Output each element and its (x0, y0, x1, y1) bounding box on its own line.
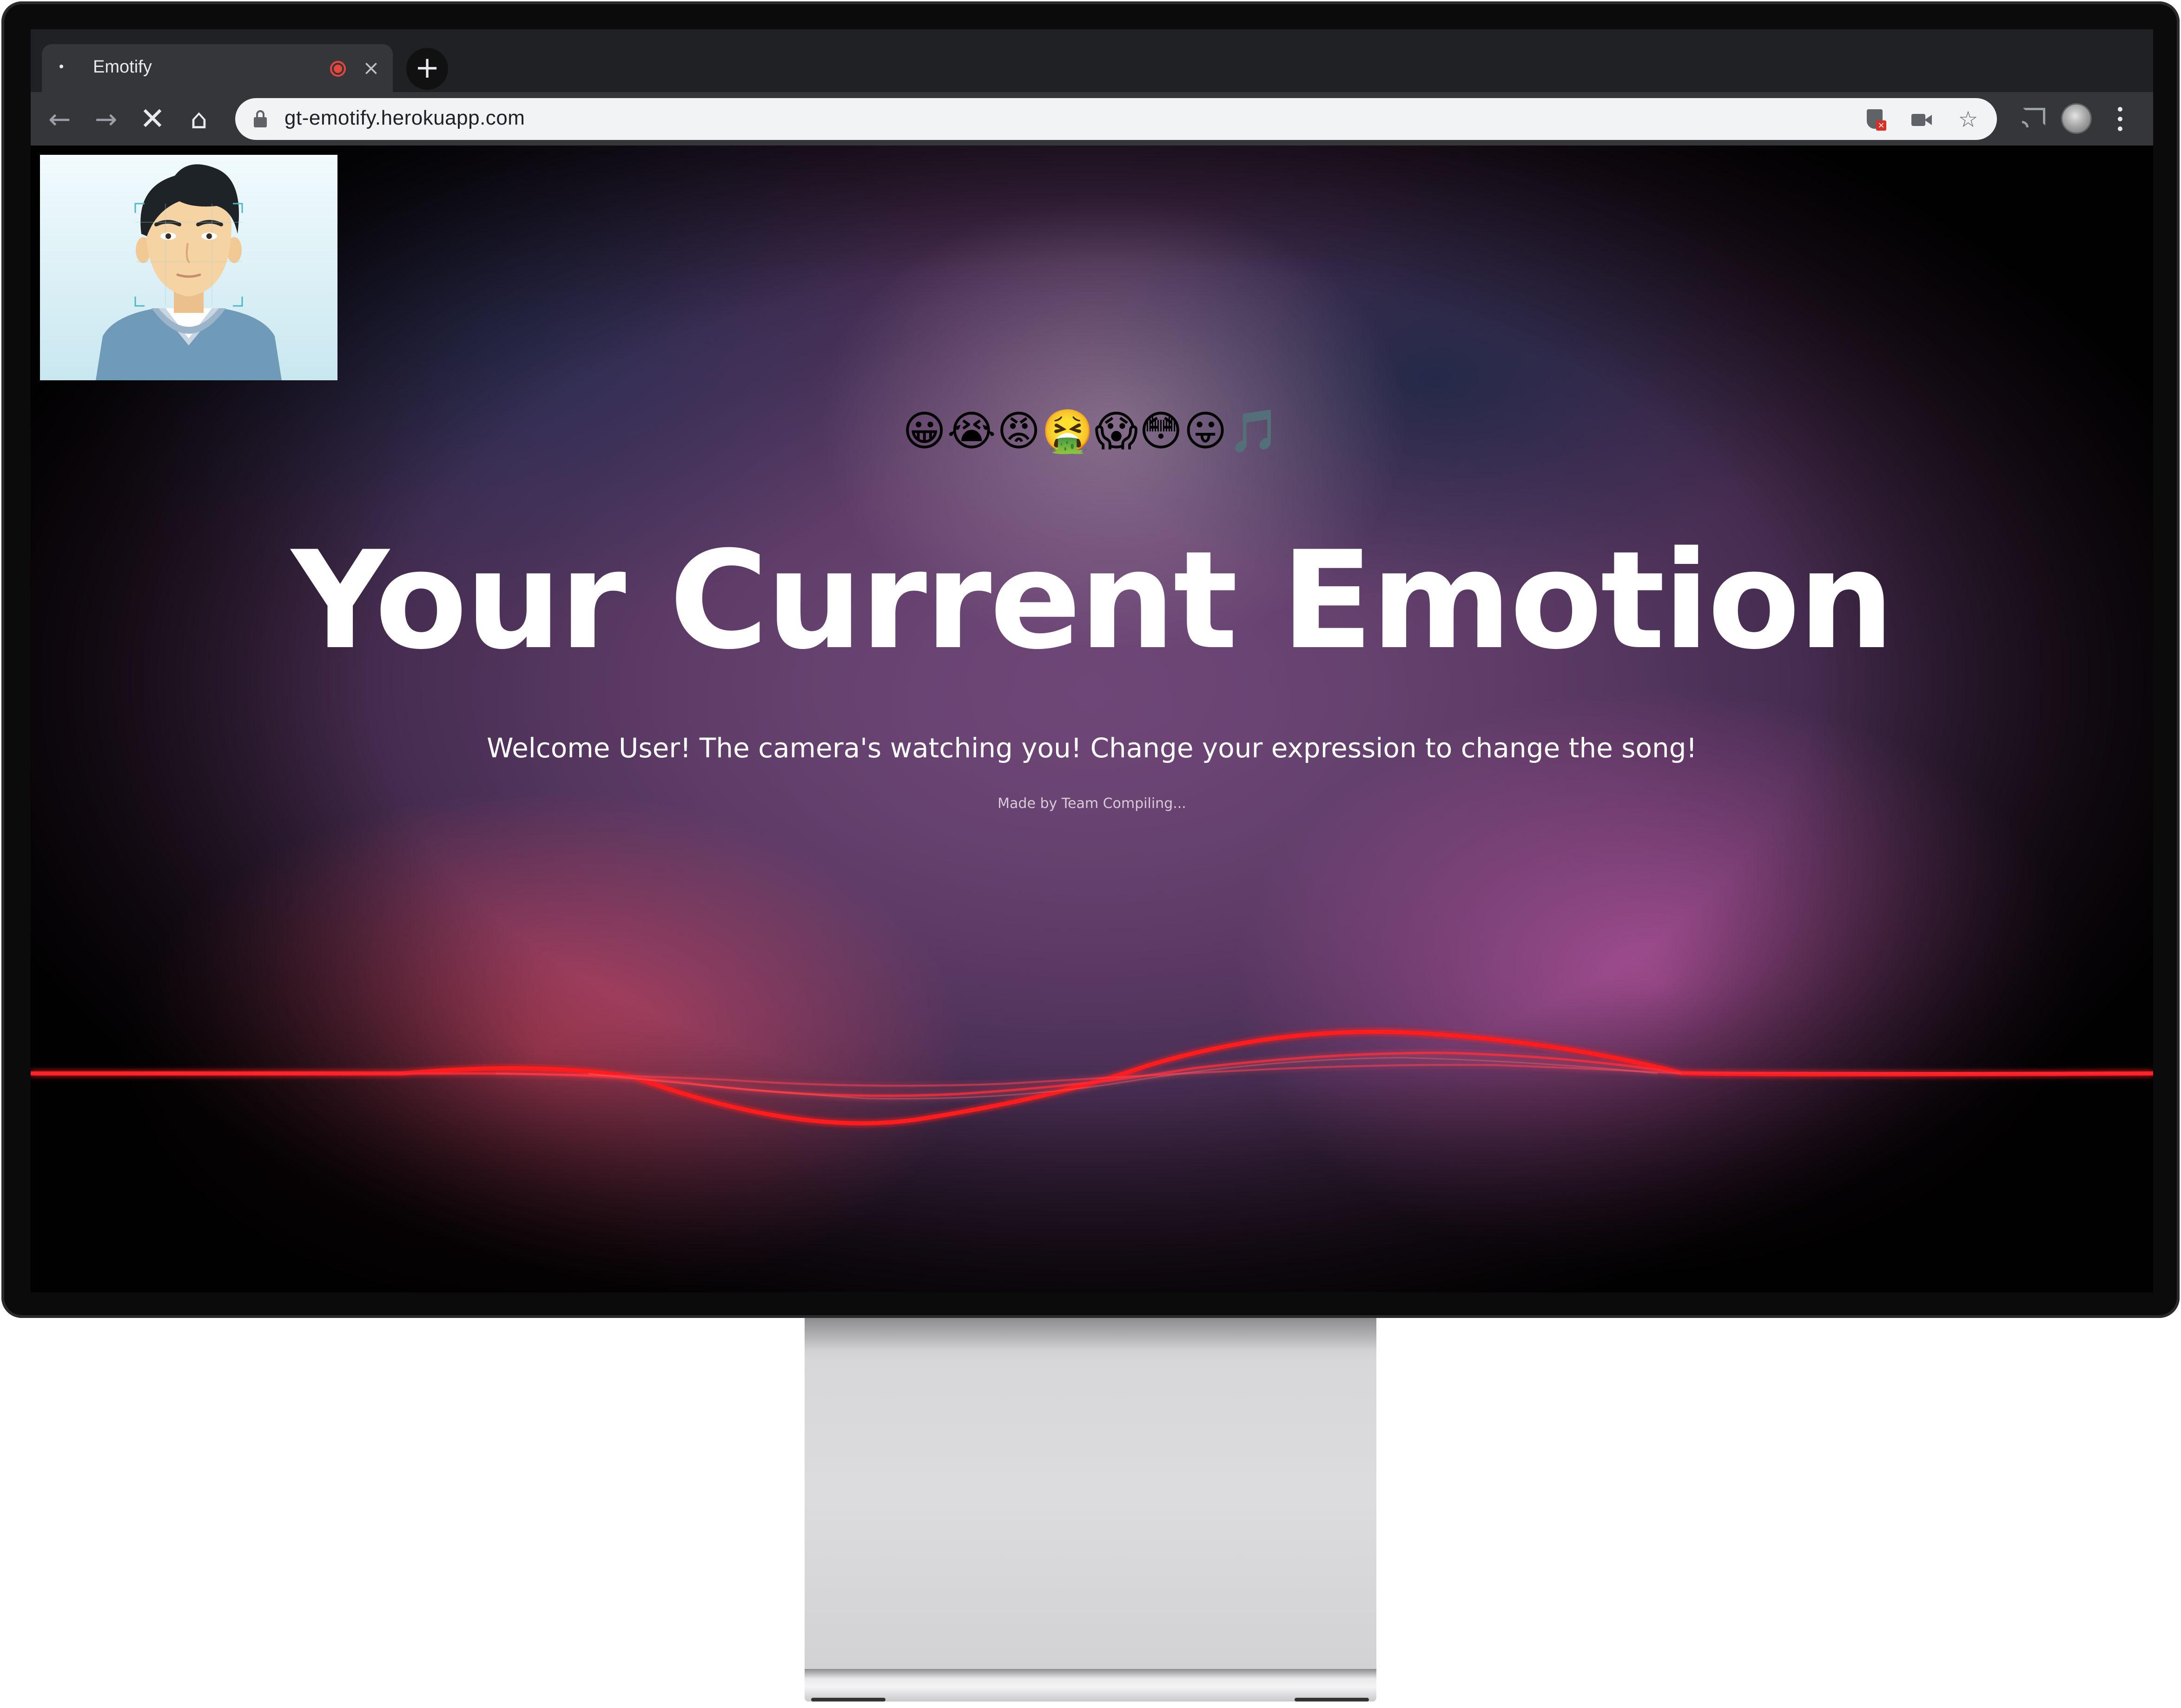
close-tab-icon[interactable]: × (363, 55, 380, 81)
webcam-avatar-illustration (40, 155, 337, 380)
welcome-subtitle: Welcome User! The camera's watching you!… (487, 732, 1697, 764)
stand-shadow (805, 1318, 1376, 1351)
stand-foot-right (1295, 1698, 1369, 1701)
favicon-icon (59, 65, 63, 68)
recording-indicator-icon (330, 61, 346, 77)
menu-icon[interactable] (2113, 104, 2127, 134)
browser-window: Emotify × + ← → ✕ ⌂ gt-emotify.herokuapp… (31, 29, 2153, 1292)
home-icon[interactable]: ⌂ (180, 100, 218, 138)
back-icon[interactable]: ← (41, 100, 78, 138)
tab-bar: Emotify × + (31, 29, 2153, 92)
shield-blocked-icon[interactable]: × (1862, 106, 1888, 132)
profile-avatar[interactable] (2061, 103, 2092, 134)
address-bar[interactable]: gt-emotify.herokuapp.com × ☆ (235, 98, 1997, 140)
page-title: Your Current Emotion (291, 523, 1894, 679)
star-icon[interactable]: ☆ (1955, 106, 1981, 132)
url-text[interactable]: gt-emotify.herokuapp.com (284, 106, 525, 130)
tab-title: Emotify (93, 57, 152, 77)
toolbar: ← → ✕ ⌂ gt-emotify.herokuapp.com × ☆ (31, 92, 2153, 146)
monitor-bezel: Emotify × + ← → ✕ ⌂ gt-emotify.herokuapp… (1, 1, 2180, 1318)
monitor-stand-base (805, 1669, 1376, 1701)
forward-icon[interactable]: → (87, 100, 125, 138)
lock-icon[interactable] (254, 110, 267, 128)
page-content: 😀😭😡🤮😱😳😛🎵 Your Current Emotion Welcome Us… (31, 146, 2153, 1292)
stop-icon[interactable]: ✕ (134, 100, 171, 138)
credit-text: Made by Team Compiling... (998, 795, 1186, 812)
monitor-stand (805, 1318, 1376, 1671)
camera-icon[interactable] (1909, 106, 1935, 132)
stand-foot-left (811, 1698, 886, 1701)
audio-waveform (31, 1029, 2153, 1125)
webcam-preview (40, 155, 337, 380)
cast-icon[interactable] (2020, 105, 2048, 133)
tab-emotify[interactable]: Emotify × (42, 44, 393, 92)
emotion-emoji-row: 😀😭😡🤮😱😳😛🎵 (902, 407, 1282, 456)
new-tab-button[interactable]: + (406, 48, 448, 90)
